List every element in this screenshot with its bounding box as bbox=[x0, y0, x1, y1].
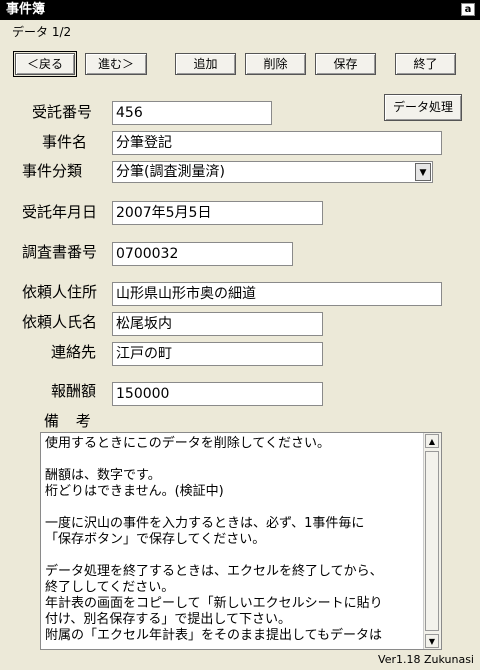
scroll-thumb[interactable] bbox=[425, 451, 439, 631]
jiken-name-field[interactable]: 分筆登記 bbox=[112, 131, 442, 155]
jiken-name-label: 事件名 bbox=[42, 133, 88, 151]
exit-button[interactable]: 終了 bbox=[395, 53, 456, 75]
client-address-field[interactable]: 山形県山形市奥の細道 bbox=[112, 282, 442, 306]
uketaku-date-label: 受託年月日 bbox=[22, 203, 98, 221]
chosa-no-label: 調査書番号 bbox=[22, 243, 98, 261]
remarks-label: 備 考 bbox=[44, 412, 97, 430]
window-title: 事件簿 bbox=[6, 2, 46, 17]
fee-field[interactable]: 150000 bbox=[112, 382, 323, 406]
client-name-label: 依頼人氏名 bbox=[22, 313, 98, 331]
jiken-category-value: 分筆(調査測量済) bbox=[116, 164, 225, 180]
add-button[interactable]: 追加 bbox=[175, 53, 236, 75]
version-label: Ver1.18 Zukunasi bbox=[378, 653, 474, 666]
remarks-textarea[interactable]: 使用するときにこのデータを削除してください。 酬額は、数字です。 桁どりはできま… bbox=[40, 432, 442, 650]
scroll-up-icon[interactable]: ▲ bbox=[425, 434, 439, 448]
forward-button[interactable]: 進む＞ bbox=[85, 53, 147, 75]
contact-field[interactable]: 江戸の町 bbox=[112, 342, 323, 366]
title-bar: 事件簿 a bbox=[0, 0, 480, 20]
chosa-no-field[interactable]: 0700032 bbox=[112, 242, 293, 266]
jiken-category-select[interactable]: 分筆(調査測量済) ▼ bbox=[112, 161, 433, 183]
data-processing-button[interactable]: データ処理 bbox=[384, 94, 462, 121]
contact-label: 連絡先 bbox=[51, 343, 97, 361]
remarks-text: 使用するときにこのデータを削除してください。 酬額は、数字です。 桁どりはできま… bbox=[45, 436, 383, 643]
uketaku-date-field[interactable]: 2007年5月5日 bbox=[112, 201, 323, 225]
delete-button[interactable]: 削除 bbox=[245, 53, 306, 75]
remarks-scrollbar[interactable]: ▲ ▼ bbox=[423, 433, 441, 649]
save-button[interactable]: 保存 bbox=[315, 53, 376, 75]
scroll-down-icon[interactable]: ▼ bbox=[425, 634, 439, 648]
client-address-label: 依頼人住所 bbox=[22, 283, 98, 301]
uketaku-no-field[interactable]: 456 bbox=[112, 101, 272, 125]
fee-label: 報酬額 bbox=[51, 382, 97, 400]
uketaku-no-label: 受託番号 bbox=[32, 103, 93, 121]
back-button[interactable]: ＜戻る bbox=[13, 51, 77, 77]
record-counter: データ 1/2 bbox=[12, 25, 72, 39]
jiken-category-label: 事件分類 bbox=[22, 162, 83, 180]
chevron-down-icon[interactable]: ▼ bbox=[415, 163, 431, 181]
client-name-field[interactable]: 松尾坂内 bbox=[112, 312, 323, 336]
window-corner-button[interactable]: a bbox=[461, 3, 475, 16]
